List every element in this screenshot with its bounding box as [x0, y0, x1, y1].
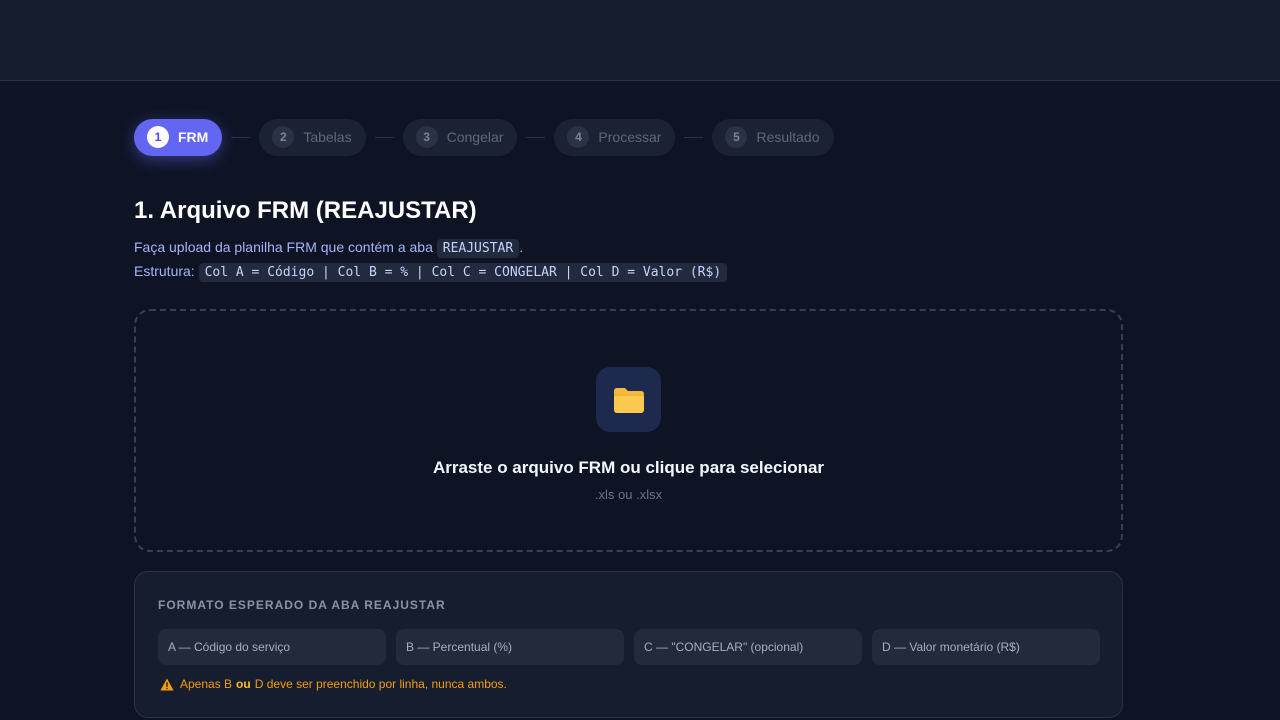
step-label: Congelar	[446, 129, 504, 145]
structure-label: Estrutura:	[134, 263, 195, 279]
step-congelar[interactable]: 3 Congelar	[402, 118, 518, 156]
step-label: Processar	[598, 129, 662, 145]
description-line-structure: Estrutura: Col A = Código | Col B = % | …	[134, 260, 728, 284]
step-processar[interactable]: 4 Processar	[554, 118, 676, 156]
step-number: 1	[147, 126, 169, 148]
description-line-upload: Faça upload da planilha FRM que contém a…	[134, 236, 727, 260]
folder-icon-box	[596, 367, 661, 432]
format-column-a: A — Código do serviço	[158, 629, 386, 665]
stepper: 1 FRM 2 Tabelas 3 Congelar 4 Processar 5…	[134, 118, 834, 156]
step-connector	[526, 136, 546, 138]
format-warning: Apenas B ou D deve ser preenchido por li…	[160, 677, 507, 691]
step-connector	[374, 136, 394, 138]
step-number: 2	[272, 126, 295, 148]
page-description: Faça upload da planilha FRM que contém a…	[134, 236, 728, 284]
format-card: FORMATO ESPERADO DA ABA REAJUSTAR A — Có…	[134, 571, 1123, 718]
step-connector	[231, 136, 251, 138]
warning-icon	[160, 678, 174, 691]
step-number: 4	[567, 126, 590, 148]
step-label: Resultado	[756, 129, 820, 145]
top-bar	[0, 0, 1280, 81]
sheet-name-code: REAJUSTAR	[436, 239, 520, 258]
description-text: Faça upload da planilha FRM que contém a…	[134, 239, 433, 255]
step-number: 5	[725, 126, 748, 148]
description-punct: .	[519, 239, 524, 255]
step-tabelas[interactable]: 2 Tabelas	[259, 118, 366, 156]
format-column-b: B — Percentual (%)	[396, 629, 624, 665]
format-title: FORMATO ESPERADO DA ABA REAJUSTAR	[158, 598, 446, 612]
folder-icon	[613, 387, 644, 413]
step-label: Tabelas	[303, 129, 352, 145]
page-title: 1. Arquivo FRM (REAJUSTAR)	[134, 197, 477, 224]
step-frm[interactable]: 1 FRM	[134, 118, 223, 156]
file-dropzone[interactable]: Arraste o arquivo FRM ou clique para sel…	[134, 309, 1123, 552]
warning-text-start: Apenas B	[180, 677, 233, 691]
dropzone-title: Arraste o arquivo FRM ou clique para sel…	[432, 458, 825, 477]
warning-text-end: D deve ser preenchido por linha, nunca a…	[254, 677, 507, 691]
warning-emphasis: ou	[236, 677, 251, 691]
format-column-d: D — Valor monetário (R$)	[872, 629, 1100, 665]
step-connector	[684, 136, 704, 138]
step-number: 3	[415, 126, 438, 148]
step-resultado[interactable]: 5 Resultado	[712, 118, 834, 156]
structure-code: Col A = Código | Col B = % | Col C = CON…	[198, 263, 728, 282]
format-column-c: C — "CONGELAR" (opcional)	[634, 629, 862, 665]
format-columns: A — Código do serviço B — Percentual (%)…	[158, 629, 1100, 665]
step-label: FRM	[178, 129, 209, 145]
dropzone-formats: .xls ou .xlsx	[594, 487, 663, 502]
